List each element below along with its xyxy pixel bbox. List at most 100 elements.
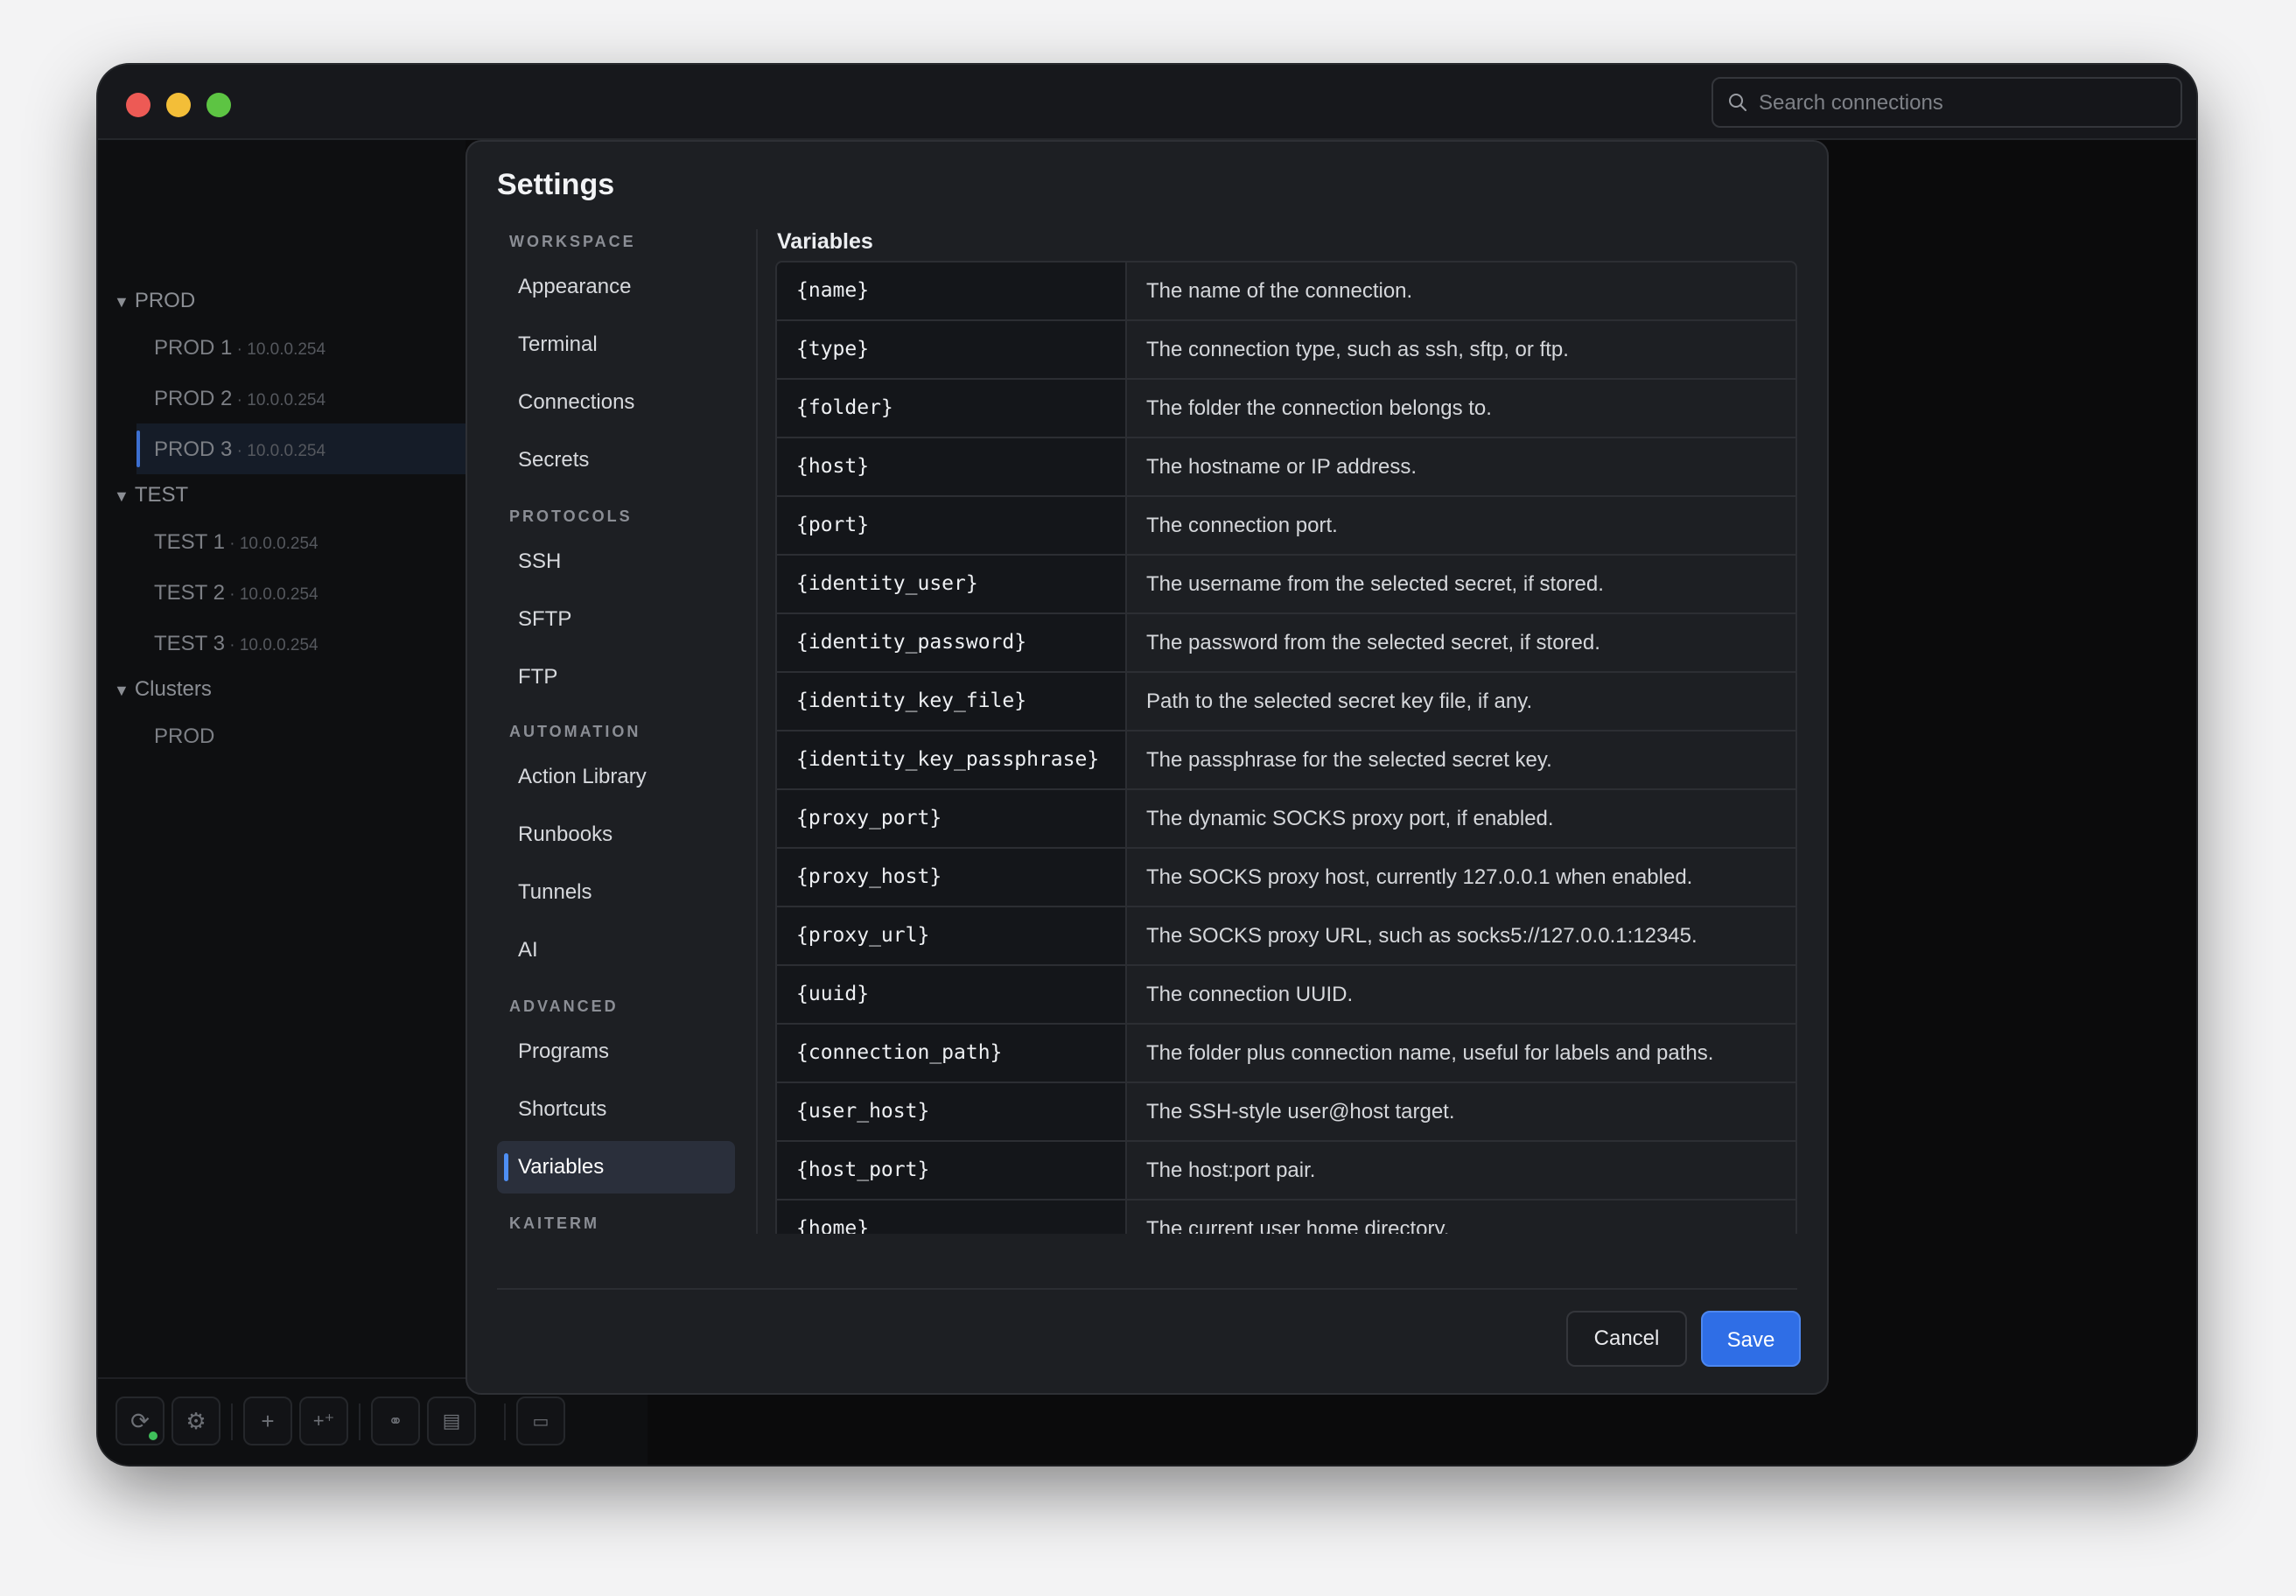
cluster-prod[interactable]: PROD [154, 724, 214, 749]
variable-name: {proxy_host} [777, 849, 1127, 906]
variable-description: The connection type, such as ssh, sftp, … [1146, 338, 1569, 361]
maximize-window-button[interactable] [206, 93, 231, 117]
variable-name: {identity_key_passphrase} [777, 732, 1127, 788]
terminal-icon: ▭ [532, 1411, 550, 1432]
variable-description: The password from the selected secret, i… [1146, 631, 1600, 654]
sync-icon: ⟳ [130, 1407, 150, 1434]
connection-test-2[interactable]: TEST 2 · 10.0.0.254 [154, 581, 318, 606]
status-dot [149, 1432, 158, 1440]
title-bar [98, 65, 2196, 140]
minimize-window-button[interactable] [166, 93, 191, 117]
variable-name: {identity_user} [777, 556, 1127, 612]
table-row: {host} The hostname or IP address. [777, 438, 1796, 497]
add-connection-button[interactable]: + [243, 1396, 292, 1446]
footer-divider [497, 1288, 1797, 1290]
table-row: {proxy_host} The SOCKS proxy host, curren… [777, 849, 1796, 907]
table-row: {user_host} The SSH-style user@host targe… [777, 1083, 1796, 1142]
terminal-button[interactable]: ▭ [516, 1396, 565, 1446]
table-row: {name} The name of the connection. [777, 262, 1796, 321]
sync-button[interactable]: ⟳ [116, 1396, 164, 1446]
nav-item-terminal[interactable]: Terminal [497, 318, 735, 371]
table-row: {proxy_port} The dynamic SOCKS proxy port… [777, 790, 1796, 849]
nav-item-tunnels[interactable]: Tunnels [497, 866, 735, 919]
nav-item-appearance[interactable]: Appearance [497, 261, 735, 313]
nav-section-kaiterm: KAITERM [509, 1214, 599, 1232]
nav-item-programs[interactable]: Programs [497, 1026, 735, 1078]
settings-button[interactable]: ⚙ [172, 1396, 220, 1446]
variable-name: {connection_path} [777, 1025, 1127, 1082]
table-row: {folder} The folder the connection belong… [777, 380, 1796, 438]
nav-section-protocols: PROTOCOLS [509, 508, 633, 525]
connection-test-1[interactable]: TEST 1 · 10.0.0.254 [154, 530, 318, 555]
table-row: {identity_key_file} Path to the selected … [777, 673, 1796, 732]
nav-item-shortcuts[interactable]: Shortcuts [497, 1083, 735, 1136]
connection-prod-2[interactable]: PROD 2 · 10.0.0.254 [154, 387, 326, 411]
plus-icon: + [261, 1407, 275, 1434]
folder-clusters[interactable]: ▼ Clusters [114, 677, 212, 702]
nav-item-connections[interactable]: Connections [497, 376, 735, 429]
search-input[interactable] [1757, 79, 2163, 128]
variable-name: {user_host} [777, 1083, 1127, 1140]
connection-prod-3[interactable]: PROD 3 · 10.0.0.254 [154, 438, 326, 462]
table-row: {type} The connection type, such as ssh, … [777, 321, 1796, 380]
nav-divider [756, 229, 758, 1234]
variable-description: The name of the connection. [1146, 279, 1413, 303]
variable-description: The current user home directory. [1146, 1217, 1450, 1234]
variable-description: The username from the selected secret, i… [1146, 572, 1604, 596]
variable-description: The hostname or IP address. [1146, 455, 1418, 479]
add-folder-button[interactable]: +⁺ [299, 1396, 348, 1446]
nav-item-action-library[interactable]: Action Library [497, 751, 735, 803]
nav-item-runbooks[interactable]: Runbooks [497, 808, 735, 861]
nav-item-ai[interactable]: AI [497, 924, 735, 976]
variable-description: The folder the connection belongs to. [1146, 396, 1492, 420]
variable-name: {host} [777, 438, 1127, 495]
variable-name: {proxy_port} [777, 790, 1127, 847]
table-row: {identity_password} The password from the… [777, 614, 1796, 673]
variable-name: {identity_key_file} [777, 673, 1127, 730]
table-row: {identity_user} The username from the sel… [777, 556, 1796, 614]
table-row: {connection_path} The folder plus connect… [777, 1025, 1796, 1083]
nav-item-ssh[interactable]: SSH [497, 536, 735, 588]
cancel-button[interactable]: Cancel [1566, 1311, 1687, 1367]
variable-name: {home} [777, 1200, 1127, 1234]
link-button[interactable]: ⚭ [371, 1396, 420, 1446]
settings-modal: Settings WORKSPACE Appearance Terminal C… [466, 140, 1829, 1395]
variable-name: {name} [777, 262, 1127, 319]
variable-description: Path to the selected secret key file, if… [1146, 690, 1533, 713]
connection-prod-1[interactable]: PROD 1 · 10.0.0.254 [154, 336, 326, 360]
folder-test[interactable]: ▼ TEST [114, 483, 188, 508]
caret-down-icon: ▼ [114, 487, 130, 505]
table-row: {proxy_url} The SOCKS proxy URL, such as … [777, 907, 1796, 966]
modal-title: Settings [497, 168, 615, 201]
connections-sidebar: ▼ PROD PROD 1 · 10.0.0.254 PROD 2 · 10.0.… [98, 140, 466, 1465]
table-row: {identity_key_passphrase} The passphrase … [777, 732, 1796, 790]
nav-section-workspace: WORKSPACE [509, 233, 636, 250]
variable-name: {proxy_url} [777, 907, 1127, 964]
variable-description: The connection port. [1146, 514, 1338, 537]
connection-test-3[interactable]: TEST 3 · 10.0.0.254 [154, 632, 318, 656]
variable-description: The host:port pair. [1146, 1158, 1316, 1182]
table-row: {home} The current user home directory. [777, 1200, 1796, 1234]
nav-item-ftp[interactable]: FTP [497, 651, 735, 704]
search-box[interactable] [1712, 77, 2182, 128]
document-button[interactable]: ▤ [427, 1396, 476, 1446]
nav-section-advanced: ADVANCED [509, 998, 619, 1015]
variables-table: {name} The name of the connection. {type}… [775, 261, 1797, 1234]
folder-prod[interactable]: ▼ PROD [114, 289, 195, 313]
document-icon: ▤ [442, 1410, 461, 1432]
link-icon: ⚭ [388, 1411, 403, 1432]
nav-item-variables[interactable]: Variables [497, 1141, 735, 1194]
variable-name: {host_port} [777, 1142, 1127, 1199]
variable-description: The folder plus connection name, useful … [1146, 1041, 1714, 1065]
variable-description: The SOCKS proxy URL, such as socks5://12… [1146, 924, 1698, 948]
nav-item-secrets[interactable]: Secrets [497, 434, 735, 486]
nav-item-sftp[interactable]: SFTP [497, 593, 735, 646]
plus-sparkle-icon: +⁺ [312, 1410, 335, 1432]
close-window-button[interactable] [126, 93, 150, 117]
variable-name: {port} [777, 497, 1127, 554]
save-button[interactable]: Save [1701, 1311, 1801, 1367]
table-row: {host_port} The host:port pair. [777, 1142, 1796, 1200]
variable-name: {folder} [777, 380, 1127, 437]
variable-description: The connection UUID. [1146, 983, 1354, 1006]
variable-name: {uuid} [777, 966, 1127, 1023]
